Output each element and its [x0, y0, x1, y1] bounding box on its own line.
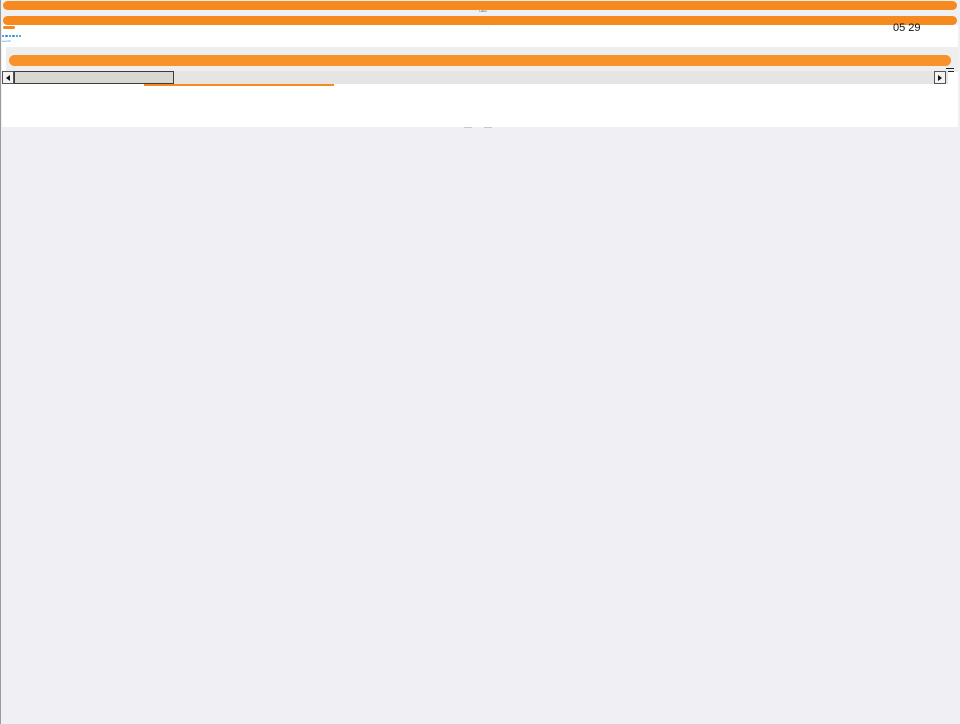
dot — [2, 35, 5, 38]
dot — [5, 35, 8, 38]
dot — [18, 35, 22, 38]
active-tab-underline — [144, 84, 334, 86]
dot — [15, 35, 18, 38]
triangle-right-icon — [938, 74, 942, 81]
clock-readout: 05 29 — [893, 22, 921, 34]
scroll-right-button[interactable] — [934, 71, 946, 84]
dot — [8, 35, 12, 38]
panel-resize-tick — [464, 127, 472, 128]
triangle-left-icon — [6, 74, 10, 81]
scrollbar-thumb[interactable] — [14, 71, 174, 84]
panel-resize-tick — [484, 127, 492, 128]
window-left-edge — [0, 0, 1, 724]
center-marker: · — [487, 25, 489, 30]
secondary-accent-bar[interactable] — [3, 16, 957, 25]
search-link[interactable]: search — [2, 39, 11, 43]
horizontal-scrollbar[interactable] — [2, 71, 948, 84]
header-label: Label — [479, 9, 487, 13]
progress-bar — [9, 55, 951, 66]
scroll-left-button[interactable] — [2, 71, 14, 84]
small-indicator-pill[interactable] — [3, 25, 15, 29]
dot — [12, 35, 15, 38]
